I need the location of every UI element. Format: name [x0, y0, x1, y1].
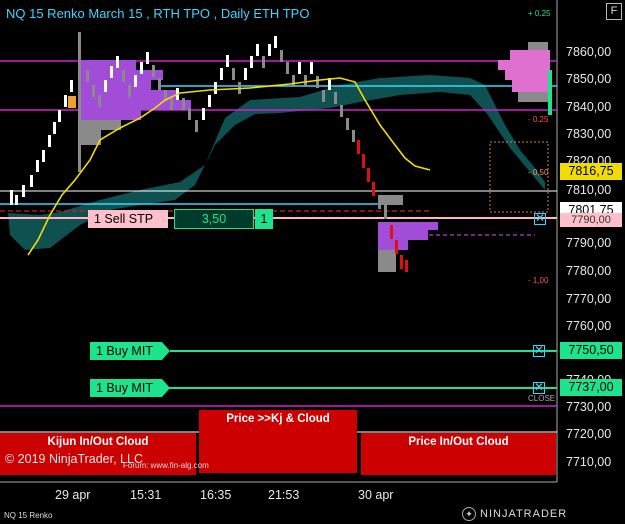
x-tick: 21:53: [268, 488, 300, 502]
sell-stp-qty-badge[interactable]: 1: [255, 209, 273, 229]
partial-price-marker: 7790,00: [560, 213, 622, 227]
pct-label-upper: - 0.25: [528, 115, 549, 124]
buy-mit-cancel-icon-2[interactable]: ✕: [533, 381, 545, 394]
top-pct-label: + 0.25: [528, 9, 551, 18]
buy-mit-order-label-1[interactable]: 1 Buy MIT: [90, 342, 170, 360]
sell-stp-cancel-icon[interactable]: ✕: [534, 212, 546, 225]
x-tick: 29 apr: [55, 488, 91, 502]
strategy-panel-center: Price >>Kj & Cloud: [199, 410, 357, 434]
x-tick: 30 apr: [358, 488, 394, 502]
brand-logo: NINJATRADER: [480, 508, 568, 520]
buy-mit-order-label-2[interactable]: 1 Buy MIT: [90, 379, 170, 397]
last-price-marker: 7816,75: [560, 163, 622, 180]
y-tick: 7710,00: [566, 455, 612, 469]
strategy-panel-right: Price In/Out Cloud: [361, 433, 556, 475]
properties-button[interactable]: F: [606, 3, 622, 20]
y-tick: 7790,00: [566, 236, 612, 250]
forum-watermark: Forum: www.fin-alg.com: [123, 461, 209, 470]
instrument-label: NQ 15 Renko: [4, 511, 53, 520]
y-tick: 7730,00: [566, 400, 612, 414]
y-tick: 7860,00: [566, 45, 612, 59]
pct-label-mid: - 0,50: [528, 168, 549, 177]
y-tick: 7720,00: [566, 427, 612, 441]
y-tick: 7840,00: [566, 100, 612, 114]
x-tick: 16:35: [200, 488, 232, 502]
chart-title: NQ 15 Renko March 15 , RTH TPO , Daily E…: [6, 6, 310, 21]
sell-stp-quantity-field[interactable]: 3,50: [174, 209, 254, 229]
ninjatrader-logo-icon: ✦: [462, 507, 476, 521]
strategy-panel-center-lower: [199, 432, 357, 473]
y-tick: 7780,00: [566, 264, 612, 278]
y-tick: 7850,00: [566, 72, 612, 86]
y-tick: 7810,00: [566, 183, 612, 197]
sell-stp-order-label[interactable]: 1 Sell STP: [88, 210, 168, 228]
x-tick: 15:31: [130, 488, 162, 502]
buy-mit-cancel-icon-1[interactable]: ✕: [533, 344, 545, 357]
close-tag: CLOSE: [528, 394, 556, 403]
renko-bricks: [10, 36, 408, 272]
y-tick: 7770,00: [566, 292, 612, 306]
pct-label-lower: - 1,00: [528, 276, 549, 285]
y-tick: 7830,00: [566, 127, 612, 141]
y-tick: 7760,00: [566, 319, 612, 333]
buy-mit-price-marker-2: 7737,00: [560, 379, 622, 396]
tpo-profile-right: [498, 42, 552, 115]
buy-mit-price-marker-1: 7750,50: [560, 342, 622, 359]
